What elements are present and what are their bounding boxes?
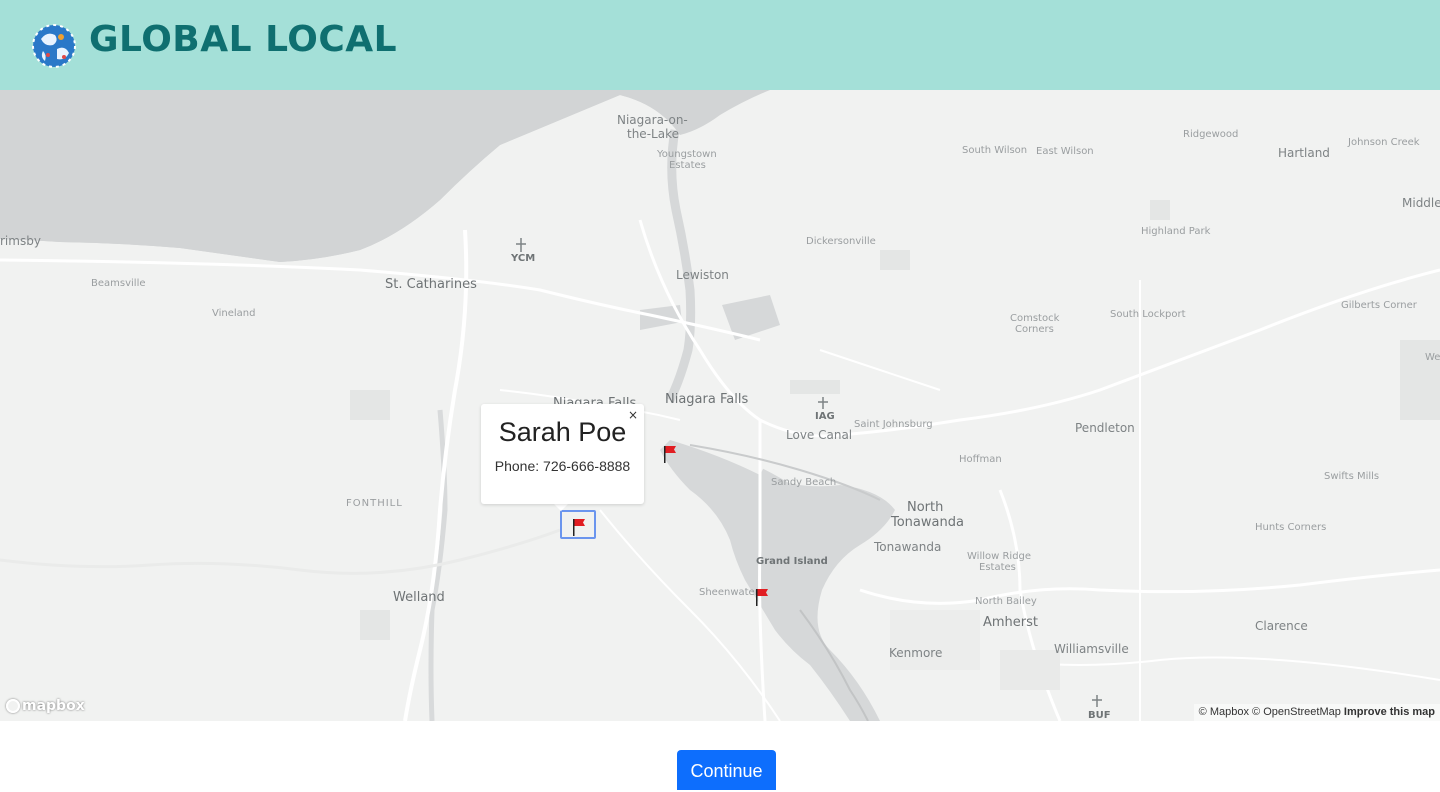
map-label: South Wilson — [962, 145, 1028, 156]
map-attribution: © Mapbox © OpenStreetMap Improve this ma… — [1193, 704, 1440, 721]
map-label: Hoffman — [959, 454, 1002, 465]
map-label: Tonawanda — [891, 515, 964, 530]
globe-icon — [32, 24, 76, 68]
map-label: Tonawanda — [874, 540, 942, 554]
map-label: Gilberts Corner — [1341, 300, 1417, 311]
map-label: Niagara-on- — [617, 113, 688, 127]
map-label: FONTHILL — [346, 498, 403, 509]
map-label: Niagara Falls — [665, 392, 749, 407]
mapbox-logo[interactable]: mapbox — [6, 696, 85, 715]
map-label: Youngstown — [657, 149, 717, 160]
osm-attribution-link[interactable]: © OpenStreetMap — [1252, 706, 1341, 718]
map-label: Kenmore — [889, 646, 943, 660]
mapbox-logo-text: mapbox — [22, 697, 85, 714]
map-label: Middle — [1402, 196, 1440, 210]
map-label: Amherst — [983, 615, 1039, 630]
selected-marker[interactable] — [560, 510, 596, 539]
map-label: IAG — [815, 411, 835, 422]
map-label: We — [1425, 352, 1440, 363]
map-label: Hartland — [1278, 146, 1330, 160]
mapbox-logo-icon — [6, 698, 20, 713]
map-label: Corners — [1015, 324, 1054, 335]
map-label: South Lockport — [1110, 309, 1186, 320]
flag-icon[interactable] — [663, 445, 677, 463]
map-label: Sheenwater — [699, 587, 759, 598]
continue-button[interactable]: Continue — [677, 750, 776, 790]
map-label: Beamsville — [91, 278, 146, 289]
improve-map-link[interactable]: Improve this map — [1344, 706, 1435, 718]
map-label: Estates — [669, 160, 706, 171]
map-label: Welland — [393, 590, 445, 605]
map-label: North — [907, 500, 944, 515]
map-label: Pendleton — [1075, 421, 1135, 435]
map-label: St. Catharines — [385, 277, 477, 292]
map-label: Johnson Creek — [1348, 137, 1420, 148]
map-label: YCM — [511, 253, 536, 264]
map-label: Swifts Mills — [1324, 471, 1380, 482]
map-label: Love Canal — [786, 428, 853, 442]
contact-popup: × Sarah Poe Phone: 726-666-8888 — [481, 404, 644, 504]
popup-tip — [553, 503, 569, 511]
map-label: Vineland — [212, 308, 256, 319]
map-label: Willow Ridge — [967, 551, 1032, 562]
app-header: GLOBAL LOCAL — [0, 0, 1440, 90]
mapbox-attribution-link[interactable]: © Mapbox — [1199, 706, 1249, 718]
popup-contact-name: Sarah Poe — [498, 417, 627, 447]
brand-title[interactable]: GLOBAL LOCAL — [89, 16, 397, 64]
flag-icon[interactable] — [755, 588, 769, 606]
map-label: the-Lake — [627, 127, 679, 141]
map-label: Lewiston — [676, 268, 729, 282]
flag-icon[interactable] — [572, 518, 586, 536]
popup-contact-phone: Phone: 726-666-8888 — [494, 458, 631, 474]
map-label: Comstock — [1010, 313, 1060, 324]
map-label: Sandy Beach — [771, 477, 837, 488]
map-label: Grand Island — [756, 556, 828, 567]
map-label: Williamsville — [1054, 642, 1129, 656]
map-label: North Bailey — [975, 596, 1037, 607]
map-label: Saint Johnsburg — [854, 419, 933, 430]
map-label: Highland Park — [1141, 226, 1211, 237]
map-label: Estates — [979, 562, 1016, 573]
map-label: East Wilson — [1036, 146, 1094, 157]
map-label: Clarence — [1255, 619, 1308, 633]
map-label: BUF — [1088, 710, 1111, 721]
map-label: Hunts Corners — [1255, 522, 1327, 533]
map-label: rimsby — [0, 234, 41, 248]
map-label: Ridgewood — [1183, 129, 1239, 140]
map-canvas[interactable]: rimsby Beamsville Vineland St. Catharine… — [0, 90, 1440, 721]
map-label: Dickersonville — [806, 236, 876, 247]
